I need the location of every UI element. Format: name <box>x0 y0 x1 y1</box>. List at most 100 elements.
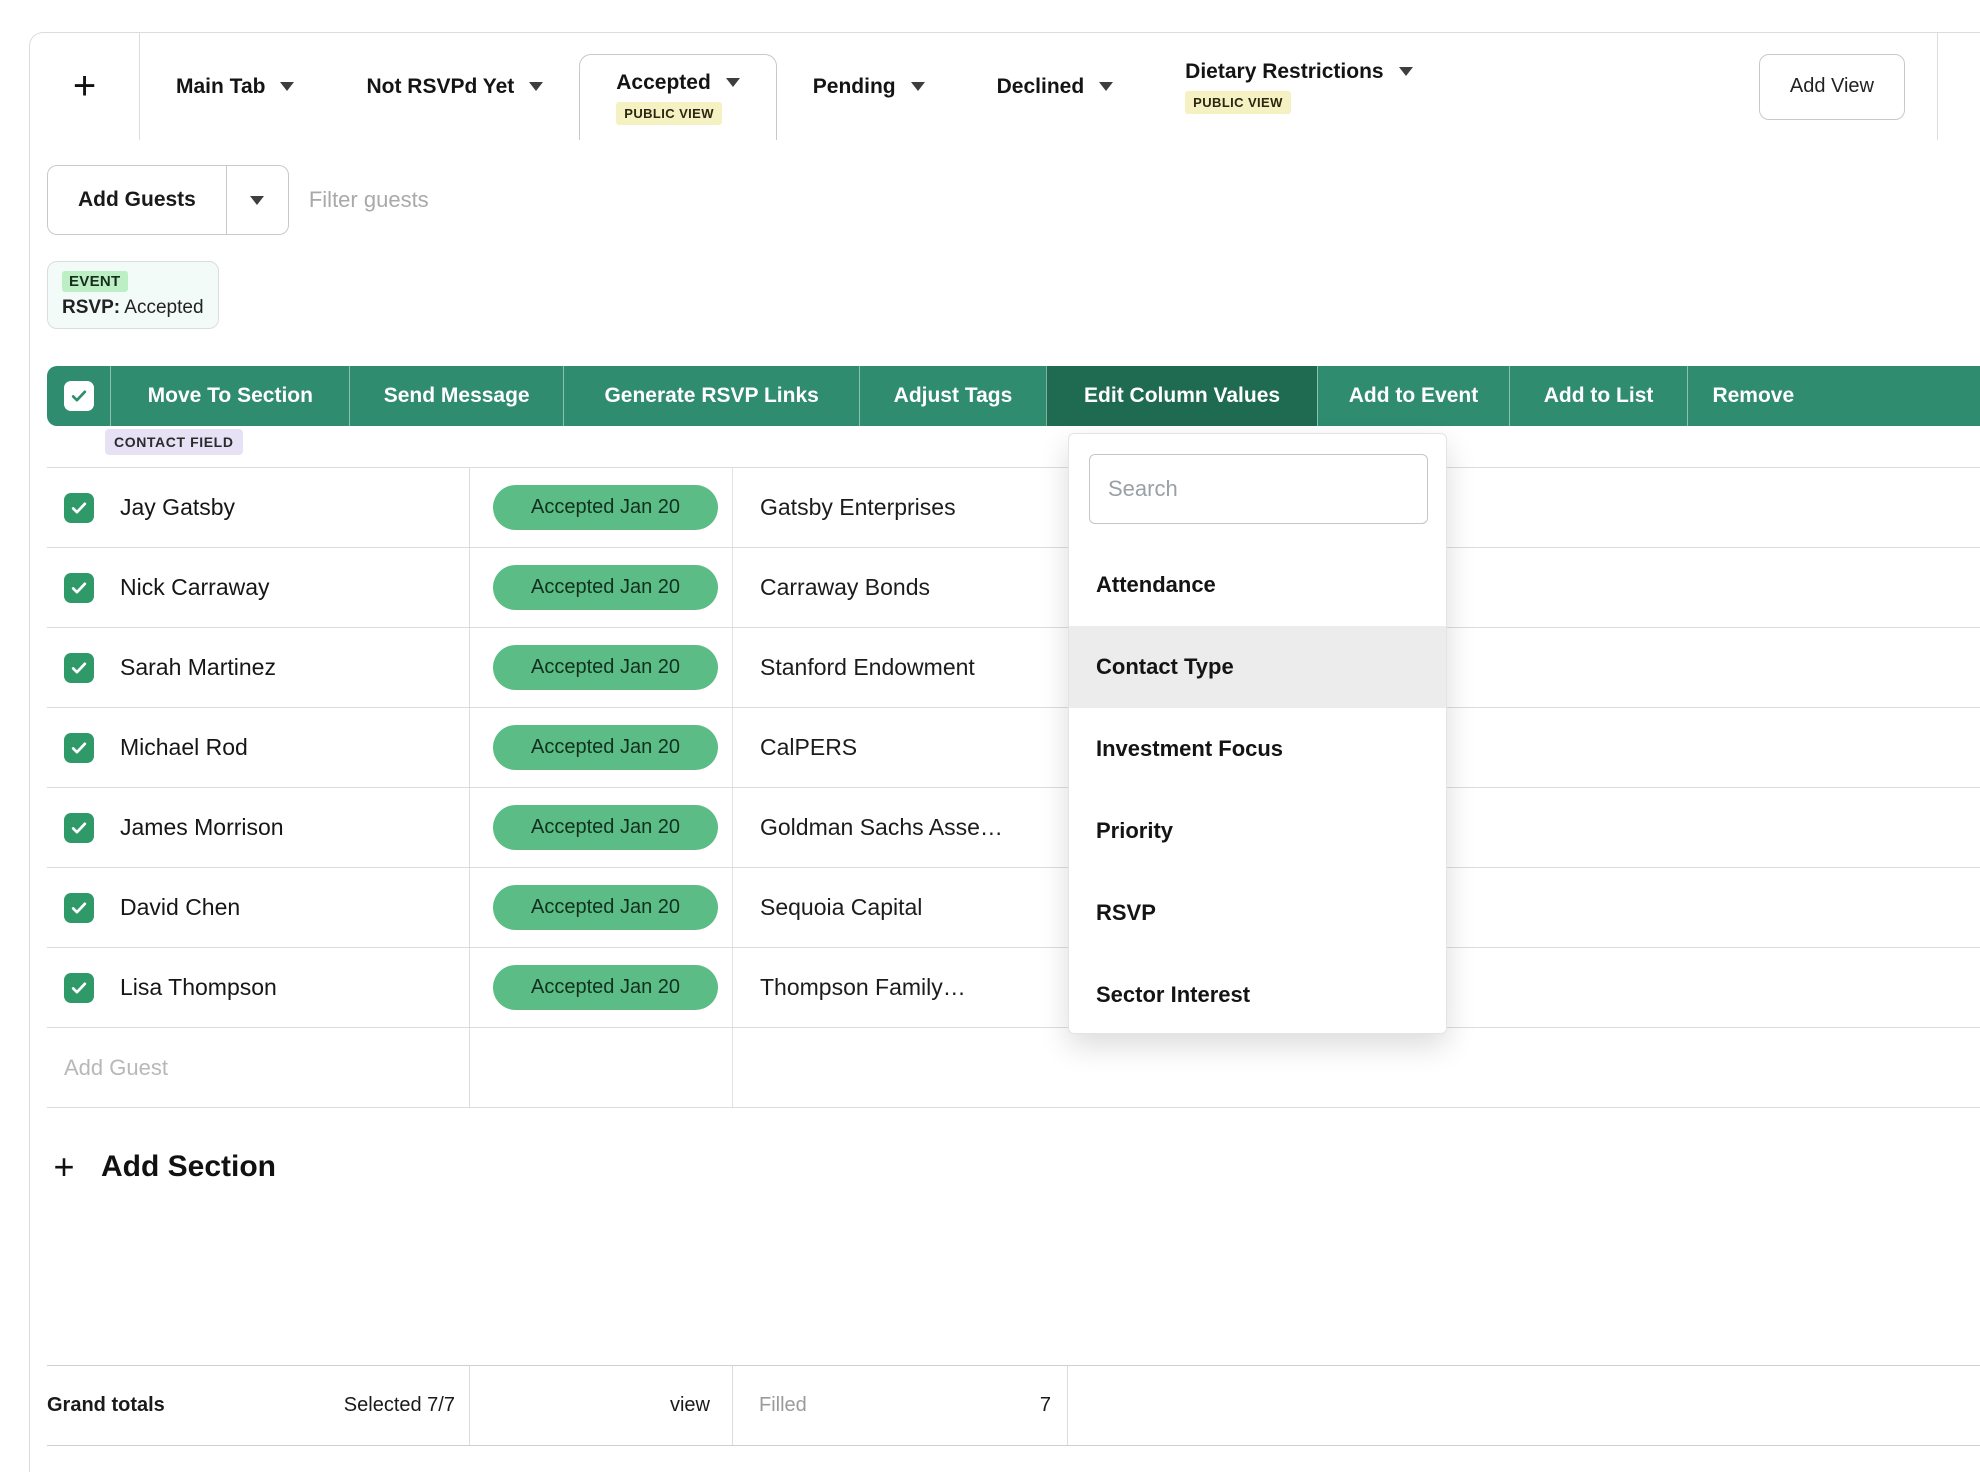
guest-row: Jay Gatsby Accepted Jan 20 Gatsby Enterp… <box>47 468 1980 548</box>
guest-company[interactable]: CalPERS <box>733 708 1068 787</box>
chevron-down-icon <box>1399 67 1413 76</box>
row-checkbox[interactable] <box>64 813 94 843</box>
rsvp-status-badge[interactable]: Accepted Jan 20 <box>493 805 718 850</box>
tab-label: Not RSVPd Yet <box>366 75 514 99</box>
dropdown-item-rsvp[interactable]: RSVP <box>1069 872 1446 954</box>
tab-bar: + Main Tab Not RSVPd Yet Accepted PUBLIC… <box>30 33 1980 140</box>
rsvp-status-badge[interactable]: Accepted Jan 20 <box>493 965 718 1010</box>
row-checkbox[interactable] <box>64 733 94 763</box>
chevron-down-icon <box>280 82 294 91</box>
add-section-button[interactable]: + Add Section <box>47 1108 1980 1188</box>
guest-name[interactable]: Jay Gatsby <box>120 494 235 521</box>
event-rsvp-filter-chip[interactable]: EVENT RSVP: Accepted <box>47 261 219 329</box>
guest-name[interactable]: Michael Rod <box>120 734 248 761</box>
check-icon <box>69 738 89 758</box>
filled-label[interactable]: Filled <box>759 1394 807 1417</box>
guest-company[interactable]: Goldman Sachs Asse… <box>733 788 1068 867</box>
row-checkbox[interactable] <box>64 493 94 523</box>
public-view-badge: PUBLIC VIEW <box>616 102 722 125</box>
tab-not-rsvpd-yet[interactable]: Not RSVPd Yet <box>330 33 579 140</box>
selected-count: Selected 7/7 <box>344 1394 469 1417</box>
filled-value: 7 <box>1040 1394 1051 1417</box>
rsvp-status-badge[interactable]: Accepted Jan 20 <box>493 725 718 770</box>
guest-row: James Morrison Accepted Jan 20 Goldman S… <box>47 788 1980 868</box>
rsvp-status-badge[interactable]: Accepted Jan 20 <box>493 485 718 530</box>
check-icon <box>69 578 89 598</box>
tab-dietary-restrictions[interactable]: Dietary Restrictions PUBLIC VIEW <box>1149 33 1448 140</box>
rsvp-status-badge[interactable]: Accepted Jan 20 <box>493 645 718 690</box>
dropdown-search-input[interactable] <box>1089 454 1428 524</box>
check-icon <box>69 898 89 918</box>
add-to-list-button[interactable]: Add to List <box>1509 366 1688 426</box>
rsvp-status-badge[interactable]: Accepted Jan 20 <box>493 565 718 610</box>
edit-column-values-button[interactable]: Edit Column Values <box>1046 366 1317 426</box>
guest-row: David Chen Accepted Jan 20 Sequoia Capit… <box>47 868 1980 948</box>
guest-name[interactable]: Lisa Thompson <box>120 974 277 1001</box>
grand-totals-row: Grand totals Selected 7/7 view Filled 7 <box>47 1365 1980 1446</box>
move-to-section-button[interactable]: Move To Section <box>110 366 349 426</box>
row-checkbox[interactable] <box>64 973 94 1003</box>
tab-accepted[interactable]: Accepted PUBLIC VIEW <box>579 54 777 140</box>
tab-bar-divider <box>1937 33 1938 140</box>
add-guests-dropdown-button[interactable] <box>226 166 288 234</box>
add-to-event-button[interactable]: Add to Event <box>1317 366 1508 426</box>
add-tab-button[interactable]: + <box>30 33 140 140</box>
generate-rsvp-links-button[interactable]: Generate RSVP Links <box>563 366 859 426</box>
dropdown-item-sector-interest[interactable]: Sector Interest <box>1069 954 1446 1036</box>
guest-row: Michael Rod Accepted Jan 20 CalPERS <box>47 708 1980 788</box>
dropdown-item-priority[interactable]: Priority <box>1069 790 1446 872</box>
guest-company[interactable]: Sequoia Capital <box>733 868 1068 947</box>
filter-chip-row: EVENT RSVP: Accepted <box>47 260 1980 330</box>
column-header-strip: CONTACT FIELD <box>30 426 1980 467</box>
bulk-actions-toolbar: Move To Section Send Message Generate RS… <box>47 366 1980 426</box>
chevron-down-icon <box>250 196 264 205</box>
filter-guests-input[interactable] <box>309 165 1980 235</box>
check-icon <box>69 498 89 518</box>
check-icon <box>69 818 89 838</box>
guest-row: Lisa Thompson Accepted Jan 20 Thompson F… <box>47 948 1980 1028</box>
tab-main-tab[interactable]: Main Tab <box>140 33 330 140</box>
guest-name[interactable]: Nick Carraway <box>120 574 270 601</box>
check-icon <box>69 978 89 998</box>
dropdown-item-attendance[interactable]: Attendance <box>1069 544 1446 626</box>
tab-label: Accepted <box>616 71 711 95</box>
tab-pending[interactable]: Pending <box>777 33 961 140</box>
guest-company[interactable]: Gatsby Enterprises <box>733 468 1068 547</box>
remove-button[interactable]: Remove <box>1687 366 1980 426</box>
tab-label: Main Tab <box>176 75 265 99</box>
column-values-dropdown: Attendance Contact Type Investment Focus… <box>1068 433 1447 1034</box>
guest-table: Jay Gatsby Accepted Jan 20 Gatsby Enterp… <box>47 467 1980 1108</box>
add-guests-split-button: Add Guests <box>47 165 289 235</box>
guest-name[interactable]: Sarah Martinez <box>120 654 276 681</box>
grand-totals-label: Grand totals <box>47 1394 165 1417</box>
dropdown-item-investment-focus[interactable]: Investment Focus <box>1069 708 1446 790</box>
tab-label: Dietary Restrictions <box>1185 60 1383 84</box>
guest-name[interactable]: James Morrison <box>120 814 284 841</box>
guest-company[interactable]: Carraway Bonds <box>733 548 1068 627</box>
adjust-tags-button[interactable]: Adjust Tags <box>859 366 1046 426</box>
guest-controls: Add Guests <box>47 165 1980 235</box>
row-checkbox[interactable] <box>64 653 94 683</box>
guest-company[interactable]: Stanford Endowment <box>733 628 1068 707</box>
guest-row: Sarah Martinez Accepted Jan 20 Stanford … <box>47 628 1980 708</box>
guest-company[interactable]: Thompson Family… <box>733 948 1068 1027</box>
send-message-button[interactable]: Send Message <box>349 366 563 426</box>
add-view-button[interactable]: Add View <box>1759 54 1905 120</box>
dropdown-item-contact-type[interactable]: Contact Type <box>1069 626 1446 708</box>
tab-label: Pending <box>813 75 896 99</box>
filter-chip-label: RSVP: Accepted <box>62 297 204 319</box>
check-icon <box>69 658 89 678</box>
rsvp-status-badge[interactable]: Accepted Jan 20 <box>493 885 718 930</box>
row-checkbox[interactable] <box>64 893 94 923</box>
tab-label: Declined <box>997 75 1085 99</box>
event-badge: EVENT <box>62 271 128 292</box>
add-guests-button[interactable]: Add Guests <box>48 166 226 234</box>
plus-icon: + <box>47 1146 81 1188</box>
public-view-badge: PUBLIC VIEW <box>1185 91 1291 114</box>
totals-view-label[interactable]: view <box>670 1394 710 1417</box>
guest-name[interactable]: David Chen <box>120 894 240 921</box>
select-all-checkbox[interactable] <box>64 381 94 411</box>
row-checkbox[interactable] <box>64 573 94 603</box>
tab-declined[interactable]: Declined <box>961 33 1150 140</box>
add-guest-row[interactable]: Add Guest <box>47 1028 1980 1108</box>
